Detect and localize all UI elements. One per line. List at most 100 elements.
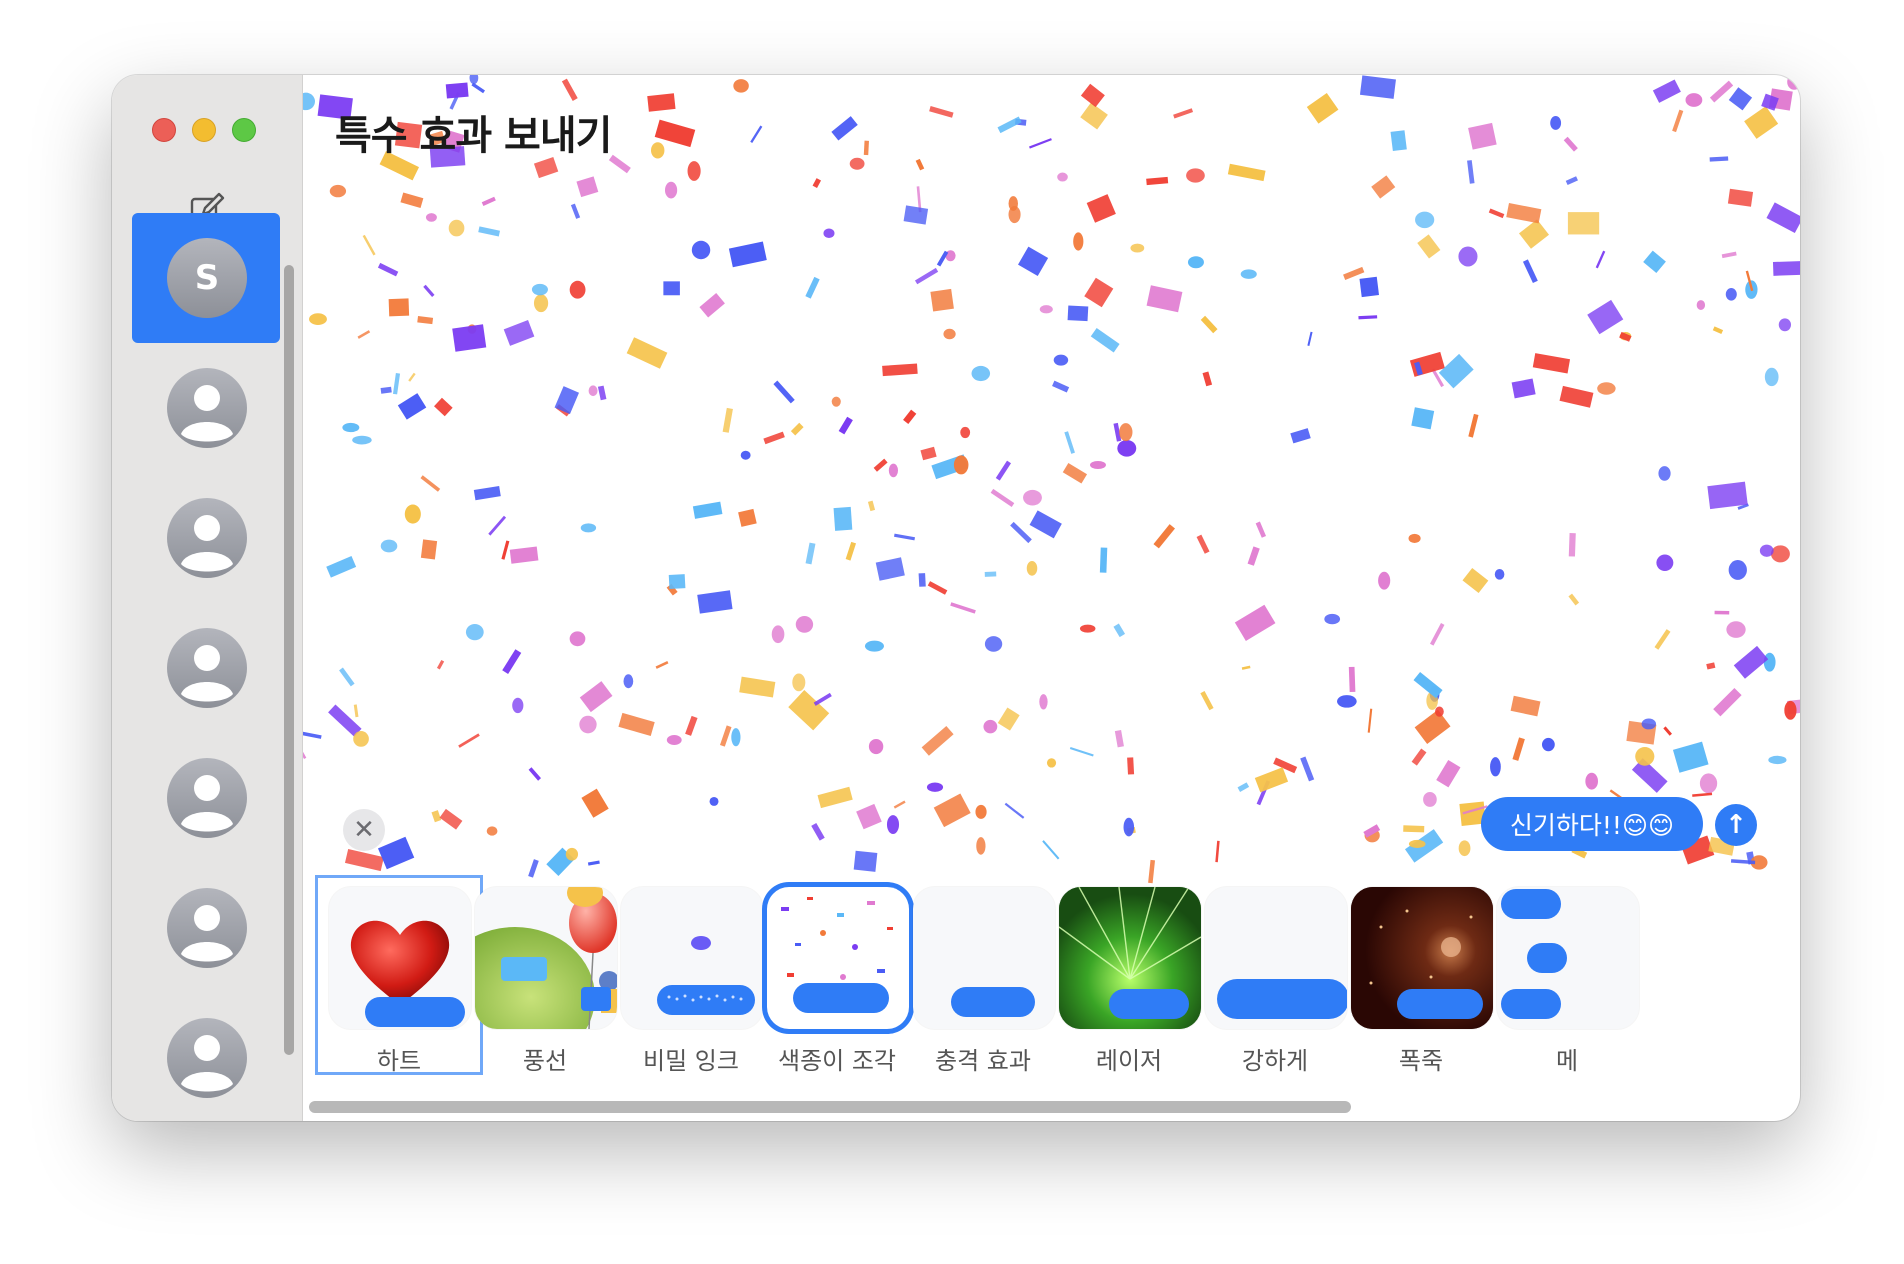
confetti-piece bbox=[1585, 772, 1598, 790]
close-window-button[interactable] bbox=[152, 118, 176, 142]
confetti-piece bbox=[971, 365, 991, 382]
effect-heart[interactable]: 하트 bbox=[315, 875, 483, 1075]
confetti-piece bbox=[1227, 163, 1266, 182]
confetti-piece bbox=[400, 192, 424, 209]
effect-balloons[interactable]: 풍선 bbox=[461, 875, 629, 1075]
confetti-piece bbox=[1080, 83, 1105, 108]
confetti-piece bbox=[1200, 315, 1218, 334]
confetti-piece bbox=[921, 725, 954, 756]
conversation-item[interactable] bbox=[132, 473, 280, 603]
confetti-piece bbox=[1768, 755, 1787, 765]
minimize-window-button[interactable] bbox=[192, 118, 216, 142]
confetti-piece bbox=[501, 540, 510, 560]
confetti-piece bbox=[1029, 138, 1052, 149]
confetti-piece bbox=[303, 730, 322, 739]
person-icon bbox=[167, 1018, 247, 1098]
confetti-piece bbox=[503, 320, 535, 346]
conversation-item[interactable] bbox=[132, 863, 280, 993]
confetti-piece bbox=[983, 719, 998, 734]
confetti-piece bbox=[817, 786, 853, 809]
confetti-piece bbox=[920, 446, 937, 461]
confetti-piece bbox=[1026, 560, 1038, 576]
confetti-piece bbox=[903, 409, 917, 425]
confetti-piece bbox=[733, 79, 749, 93]
confetti-piece bbox=[1064, 431, 1075, 454]
confetti-piece bbox=[1713, 687, 1742, 717]
effect-partial[interactable]: 메 bbox=[1483, 875, 1651, 1075]
confetti-piece bbox=[788, 689, 830, 731]
confetti-piece bbox=[1004, 802, 1025, 819]
confetti-piece bbox=[976, 837, 986, 855]
confetti-piece bbox=[579, 681, 613, 713]
confetti-piece bbox=[1240, 269, 1257, 279]
confetti-piece bbox=[813, 692, 832, 706]
effects-scrollbar[interactable] bbox=[309, 1101, 1351, 1113]
confetti-piece bbox=[990, 488, 1015, 507]
confetti-piece bbox=[1429, 623, 1445, 646]
confetti-piece bbox=[342, 422, 360, 433]
message-text: 신기하다!!😊😊 bbox=[1509, 811, 1675, 840]
confetti-piece bbox=[533, 294, 549, 313]
confetti-piece bbox=[663, 281, 680, 296]
confetti-piece bbox=[425, 213, 437, 222]
confetti-piece bbox=[1337, 695, 1357, 708]
confetti-piece bbox=[668, 574, 686, 589]
confetti-piece bbox=[750, 125, 763, 143]
close-effects-button[interactable]: ✕ bbox=[343, 809, 385, 851]
sidebar-scrollbar[interactable] bbox=[284, 265, 294, 1055]
conversation-item[interactable] bbox=[132, 603, 280, 733]
conversation-item-selected[interactable]: S bbox=[132, 213, 280, 343]
confetti-piece bbox=[1073, 232, 1084, 251]
confetti-piece bbox=[903, 205, 929, 225]
confetti-piece bbox=[1146, 176, 1169, 186]
person-icon bbox=[167, 758, 247, 838]
effect-label: 하트 bbox=[376, 1047, 422, 1075]
send-button[interactable]: ↑ bbox=[1715, 804, 1757, 846]
effect-loud[interactable]: 강하게 bbox=[1191, 875, 1359, 1075]
confetti-piece bbox=[1510, 695, 1541, 717]
conversation-item[interactable] bbox=[132, 343, 280, 473]
effect-echo[interactable]: 충격 효과 bbox=[899, 875, 1067, 1075]
confetti-piece bbox=[945, 250, 956, 262]
confetti-piece bbox=[1247, 546, 1260, 566]
heart-icon bbox=[329, 887, 471, 1029]
confetti-piece bbox=[471, 82, 486, 94]
confetti-piece bbox=[1408, 533, 1421, 543]
confetti-piece bbox=[1089, 460, 1106, 470]
confetti-piece bbox=[473, 485, 501, 501]
confetti-piece bbox=[1728, 560, 1747, 580]
confetti-piece bbox=[326, 556, 357, 578]
effect-lasers[interactable]: 레이저 bbox=[1045, 875, 1213, 1075]
confetti-piece bbox=[509, 546, 539, 564]
confetti-piece bbox=[397, 393, 427, 420]
confetti-piece bbox=[1324, 613, 1341, 625]
conversation-item[interactable] bbox=[132, 993, 280, 1121]
effect-invisible-ink[interactable]: 비밀 잉크 bbox=[607, 875, 775, 1075]
echo-partial-icon bbox=[1497, 887, 1639, 1029]
confetti-piece bbox=[1411, 748, 1427, 766]
confetti-piece bbox=[1568, 593, 1580, 606]
conversation-item[interactable] bbox=[132, 733, 280, 863]
confetti-piece bbox=[882, 363, 918, 377]
confetti-piece bbox=[1587, 299, 1624, 335]
effect-label: 풍선 bbox=[522, 1047, 568, 1075]
confetti-piece bbox=[608, 154, 631, 174]
confetti-piece bbox=[1518, 219, 1550, 249]
effect-confetti[interactable]: 색종이 조각 bbox=[753, 875, 921, 1075]
confetti-piece bbox=[838, 416, 853, 435]
effect-label: 메 bbox=[1555, 1047, 1579, 1075]
confetti-piece bbox=[1468, 413, 1479, 438]
confetti-piece bbox=[1234, 604, 1276, 641]
maximize-window-button[interactable] bbox=[232, 118, 256, 142]
avatar-initial: S bbox=[194, 258, 220, 298]
confetti-piece bbox=[329, 184, 347, 198]
effect-fireworks[interactable]: 폭죽 bbox=[1337, 875, 1505, 1075]
confetti-piece bbox=[1654, 629, 1671, 650]
loud-icon bbox=[1205, 887, 1347, 1029]
confetti-piece bbox=[1423, 791, 1437, 807]
confetti-piece bbox=[1709, 156, 1729, 162]
confetti-piece bbox=[377, 836, 415, 870]
confetti-piece bbox=[728, 241, 767, 268]
confetti-piece bbox=[845, 541, 857, 561]
confetti-piece bbox=[569, 280, 586, 299]
